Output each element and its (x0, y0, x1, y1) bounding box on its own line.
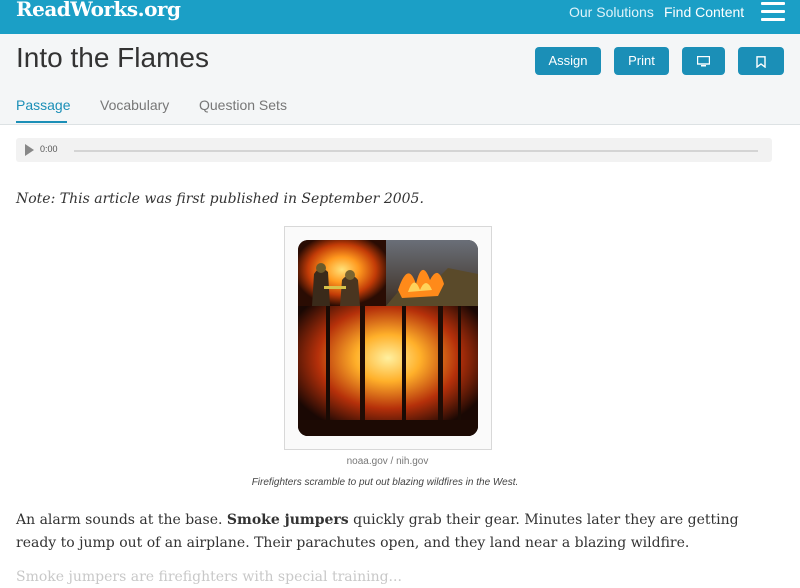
tab-vocabulary[interactable]: Vocabulary (100, 97, 169, 113)
nav-find-content[interactable]: Find Content (664, 4, 744, 20)
audio-time: 0:00 (40, 144, 58, 154)
passage-paragraph-faded: Smoke jumpers are firefighters with spec… (16, 569, 402, 585)
nav-our-solutions[interactable]: Our Solutions (569, 4, 654, 20)
menu-icon[interactable] (761, 2, 785, 21)
monitor-icon (696, 55, 711, 67)
passage-paragraph: An alarm sounds at the base. Smoke jumpe… (16, 512, 739, 551)
bookmark-icon (756, 55, 766, 68)
vocabulary-term[interactable]: Smoke jumpers (227, 512, 349, 528)
publication-note: Note: This article was first published i… (16, 191, 424, 207)
readworks-logo[interactable]: ReadWorks.org (16, 0, 181, 21)
assign-button[interactable]: Assign (535, 47, 601, 75)
audio-player: 0:00 (16, 138, 772, 162)
bookmark-button[interactable] (738, 47, 784, 75)
wildfire-photo (298, 240, 478, 436)
active-tab-indicator (16, 121, 67, 123)
audio-progress-track[interactable] (74, 150, 758, 152)
image-credit: noaa.gov / nih.gov (346, 456, 429, 467)
projector-view-button[interactable] (682, 47, 725, 75)
play-icon[interactable] (25, 144, 34, 156)
print-button[interactable]: Print (614, 47, 669, 75)
image-caption: Firefighters scramble to put out blazing… (251, 477, 519, 488)
top-navigation-bar: ReadWorks.org Our Solutions Find Content (0, 0, 800, 34)
page-title: Into the Flames (16, 42, 209, 73)
tab-passage[interactable]: Passage (16, 97, 70, 113)
tab-question-sets[interactable]: Question Sets (199, 97, 287, 113)
article-figure (284, 226, 492, 450)
